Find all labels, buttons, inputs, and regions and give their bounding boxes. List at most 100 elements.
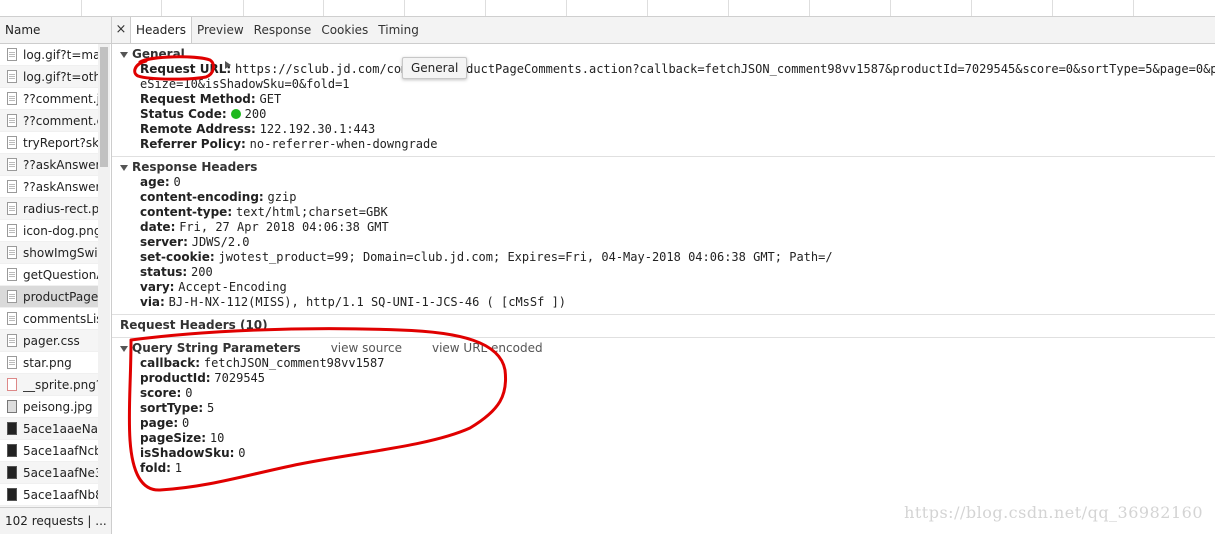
request-list-item[interactable]: 5ace1aafNcb (0, 440, 98, 462)
request-list-item[interactable]: __sprite.png?. (0, 374, 98, 396)
request-url-row-cont: eSize=10&isShadowSku=0&fold=1 (112, 77, 1215, 92)
tab-headers[interactable]: Headers (130, 17, 192, 43)
query-param-row: productId: 7029545 (112, 371, 1215, 386)
general-tooltip: General (402, 57, 468, 79)
request-headers-toggle[interactable]: Request Headers (10) (112, 61, 1215, 333)
status-code-value: 200 (244, 107, 267, 121)
request-name: pager.css (23, 333, 80, 348)
view-source-link[interactable]: view source (331, 341, 402, 356)
collapsed-triangle-icon (225, 61, 231, 69)
file-icon (7, 312, 17, 325)
response-header-key: content-encoding: (140, 190, 264, 204)
response-header-key: server: (140, 235, 188, 249)
request-url-row: Request URL: https://sclub.jd.com/commen… (112, 62, 1215, 77)
request-name: showImgSwit (23, 245, 98, 260)
remote-address-key: Remote Address: (140, 122, 256, 136)
request-list-item[interactable]: ??askAnswer. (0, 176, 98, 198)
request-list-item[interactable]: getQuestionA (0, 264, 98, 286)
image-icon (7, 466, 17, 479)
tab-response[interactable]: Response (249, 17, 317, 43)
query-param-key: page: (140, 416, 179, 430)
request-name: productPage. (23, 289, 98, 304)
query-param-key: score: (140, 386, 182, 400)
request-list-item[interactable]: ??comment.js (0, 88, 98, 110)
tab-timing[interactable]: Timing (373, 17, 424, 43)
response-headers-title: Response Headers (132, 160, 258, 174)
image-icon (7, 488, 17, 501)
status-code-key: Status Code: (140, 107, 227, 121)
request-list-item[interactable]: productPage. (0, 286, 98, 308)
close-icon[interactable]: × (112, 17, 130, 43)
file-icon (7, 114, 17, 127)
request-url-value: https://sclub.jd.com/comment/productPage… (234, 62, 1215, 76)
request-list: log.gif?t=mag log.gif?t=othe ??comment.js?… (0, 44, 98, 524)
request-list-item[interactable]: peisong.jpg (0, 396, 98, 418)
response-headers-toggle[interactable]: Response Headers (112, 160, 1215, 175)
query-param-value: 0 (185, 386, 193, 400)
tab-cookies[interactable]: Cookies (316, 17, 373, 43)
general-section-toggle[interactable]: General (112, 47, 1215, 62)
request-list-item[interactable]: pager.css (0, 330, 98, 352)
request-list-item[interactable]: icon-dog.png (0, 220, 98, 242)
request-list-item[interactable]: 5ace1aafNe3 (0, 462, 98, 484)
remote-address-value: 122.192.30.1:443 (259, 122, 376, 136)
response-header-value: 200 (191, 265, 213, 279)
request-list-item[interactable]: 5ace1aaeNac (0, 418, 98, 440)
image-icon (7, 444, 17, 457)
section-divider (112, 156, 1215, 157)
file-icon (7, 268, 17, 281)
response-headers-list: age: 0 content-encoding: gzip content-type… (112, 175, 1215, 310)
status-ok-icon (230, 109, 241, 119)
query-param-value: 10 (209, 431, 225, 445)
query-param-value: 5 (206, 401, 215, 415)
request-name: getQuestionA (23, 267, 98, 282)
watermark-text: https://blog.csdn.net/qq_36982160 (904, 503, 1203, 522)
referrer-policy-key: Referrer Policy: (140, 137, 246, 151)
request-list-item[interactable]: 5ace1aafNb8 (0, 484, 98, 506)
view-url-encoded-link[interactable]: view URL encoded (432, 341, 543, 356)
request-name: 5ace1aafNb8 (23, 487, 98, 502)
request-list-item[interactable]: commentsLis (0, 308, 98, 330)
file-icon (7, 136, 17, 149)
request-list-item[interactable]: log.gif?t=othe (0, 66, 98, 88)
response-header-key: vary: (140, 280, 175, 294)
referrer-policy-row: Referrer Policy: no-referrer-when-downgr… (112, 137, 1215, 152)
request-list-item[interactable]: ??askAnswer. (0, 154, 98, 176)
request-url-key: Request URL: (140, 62, 232, 76)
file-icon (7, 202, 17, 215)
section-divider (112, 314, 1215, 315)
scroll-thumb[interactable] (100, 47, 108, 167)
request-list-item[interactable]: log.gif?t=mag (0, 44, 98, 66)
query-param-row: score: 0 (112, 386, 1215, 401)
referrer-policy-value: no-referrer-when-downgrade (249, 137, 438, 151)
response-header-row: date: Fri, 27 Apr 2018 04:06:38 GMT (112, 220, 1215, 235)
request-list-item[interactable]: ??comment.c (0, 110, 98, 132)
response-header-row: status: 200 (112, 265, 1215, 280)
query-string-toggle[interactable]: Query String Parameters view source view… (112, 341, 1215, 356)
request-name: tryReport?sku (23, 135, 98, 150)
request-list-item[interactable]: tryReport?sku (0, 132, 98, 154)
request-name: 5ace1aaeNac (23, 421, 98, 436)
response-header-key: date: (140, 220, 176, 234)
expand-triangle-icon (120, 164, 128, 171)
detail-tabbar: × Headers Preview Response Cookies Timin… (112, 17, 1215, 44)
request-name: ??askAnswer. (23, 157, 98, 172)
response-header-row: vary: Accept-Encoding (112, 280, 1215, 295)
request-list-scrollbar[interactable] (98, 44, 110, 524)
query-param-key: fold: (140, 461, 171, 475)
query-string-title: Query String Parameters (132, 341, 301, 355)
file-icon (7, 92, 17, 105)
query-param-value: 1 (174, 461, 183, 475)
request-list-item[interactable]: star.png (0, 352, 98, 374)
query-param-value: fetchJSON_comment98vv1587 (203, 356, 385, 370)
query-param-value: 0 (238, 446, 246, 460)
tab-preview[interactable]: Preview (192, 17, 249, 43)
request-name: radius-rect.pn (23, 201, 98, 216)
query-param-key: productId: (140, 371, 211, 385)
response-header-value: text/html;charset=GBK (235, 205, 388, 219)
query-param-key: sortType: (140, 401, 204, 415)
response-header-value: Accept-Encoding (178, 280, 287, 294)
name-column-header[interactable]: Name (0, 17, 111, 44)
request-list-item[interactable]: showImgSwit (0, 242, 98, 264)
request-list-item[interactable]: radius-rect.pn (0, 198, 98, 220)
